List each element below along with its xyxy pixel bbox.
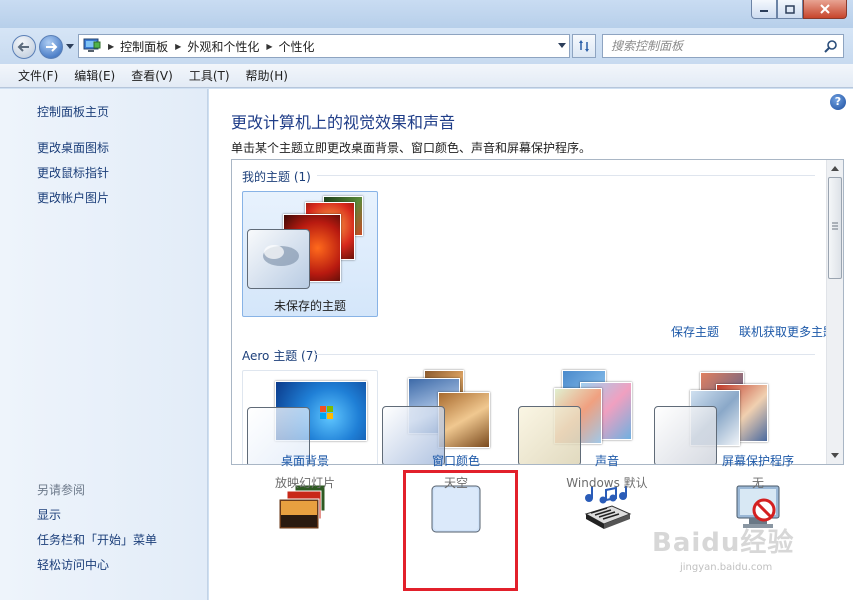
chevron-down-icon	[831, 453, 839, 458]
watermark: Baidu经验	[652, 528, 795, 558]
control-panel-icon	[83, 38, 101, 52]
watermark-url: jingyan.baidu.com	[680, 562, 773, 573]
change-desktop-icons-link[interactable]: 更改桌面图标	[37, 139, 109, 156]
taskbar-start-menu-link[interactable]: 任务栏和「开始」菜单	[37, 531, 157, 548]
task-pane: 控制面板主页 更改桌面图标 更改鼠标指针 更改帐户图片 另请参阅 显示 任务栏和…	[0, 89, 208, 600]
sounds-item[interactable]: 声音 Windows 默认	[542, 0, 672, 600]
window-color-label: 窗口颜色	[431, 454, 480, 468]
scrollbar-thumb[interactable]	[828, 177, 842, 279]
chevron-up-icon	[831, 166, 839, 171]
desktop-background-label: 桌面背景	[280, 454, 329, 468]
breadcrumb-label: 控制面板	[120, 39, 169, 54]
highlight-annotation	[403, 470, 518, 591]
forward-arrow-icon	[46, 42, 58, 52]
desktop-background-value: 放映幻灯片	[274, 476, 335, 490]
menu-tools[interactable]: 工具(T)	[189, 67, 230, 84]
back-arrow-icon	[17, 42, 29, 52]
help-icon[interactable]: ?	[830, 94, 846, 110]
display-link[interactable]: 显示	[37, 506, 61, 523]
change-account-picture-link[interactable]: 更改帐户图片	[37, 189, 109, 206]
recent-pages-dropdown-icon[interactable]	[66, 44, 74, 49]
sounds-icon	[584, 486, 632, 529]
sounds-label: 声音	[594, 454, 619, 468]
menu-edit[interactable]: 编辑(E)	[74, 67, 115, 84]
menu-view[interactable]: 查看(V)	[131, 67, 173, 84]
desktop-background-item[interactable]: 桌面背景 放映幻灯片	[240, 0, 370, 600]
screen-saver-label: 屏幕保护程序	[721, 454, 794, 468]
search-icon[interactable]	[824, 39, 838, 53]
chevron-right-icon: ▶	[175, 41, 182, 51]
scroll-down-button[interactable]	[827, 447, 843, 464]
screen-saver-item[interactable]: 屏幕保护程序 无	[693, 0, 823, 600]
vertical-scrollbar[interactable]	[826, 160, 843, 464]
forward-button[interactable]	[39, 35, 63, 59]
menu-file[interactable]: 文件(F)	[18, 67, 58, 84]
control-panel-home-link[interactable]: 控制面板主页	[37, 103, 109, 120]
change-mouse-pointers-link[interactable]: 更改鼠标指针	[37, 164, 109, 181]
see-also-heading: 另请参阅	[37, 483, 86, 497]
sounds-value: Windows 默认	[566, 476, 648, 490]
grip-icon	[832, 222, 838, 230]
ease-of-access-link[interactable]: 轻松访问中心	[37, 556, 109, 573]
chevron-right-icon: ▶	[108, 41, 115, 51]
breadcrumb-item[interactable]: ▶ 控制面板	[101, 38, 168, 55]
scroll-up-button[interactable]	[827, 160, 843, 177]
screen-saver-value: 无	[751, 476, 764, 490]
back-button[interactable]	[12, 35, 36, 59]
